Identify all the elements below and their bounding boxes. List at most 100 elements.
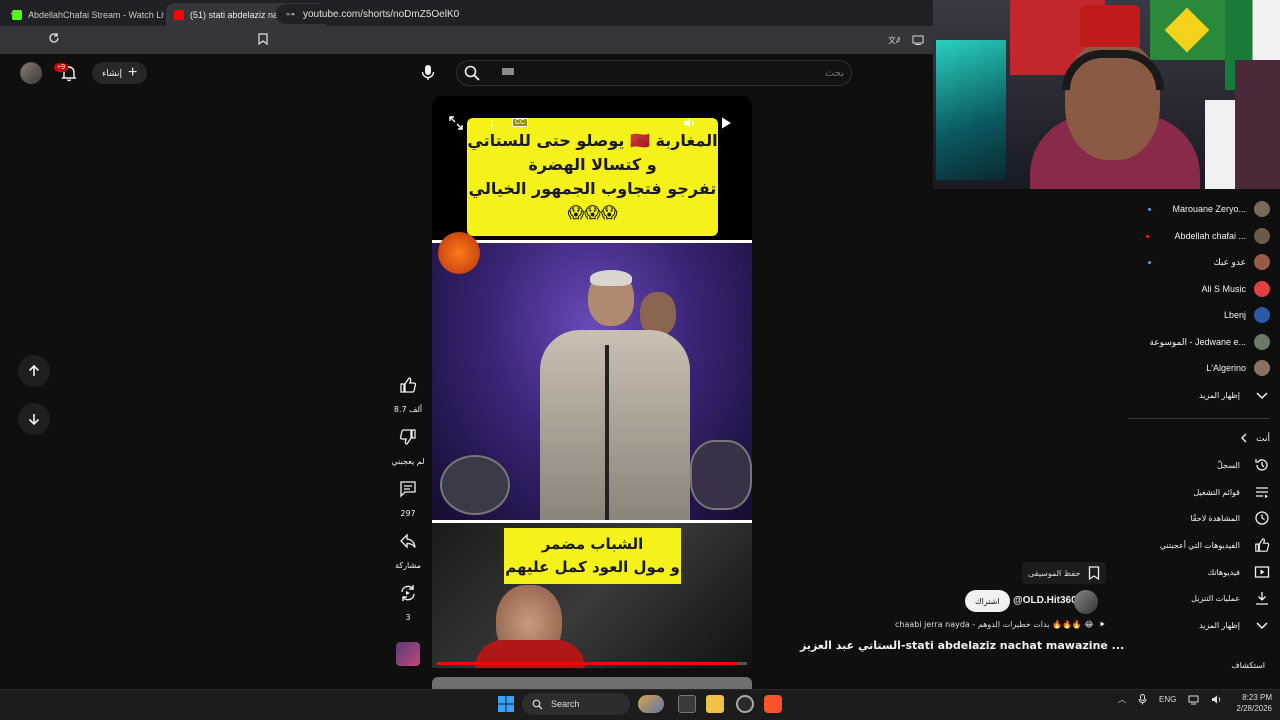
caption-line: و مول العود كمل عليهم bbox=[505, 558, 680, 576]
volume-icon[interactable] bbox=[682, 116, 696, 130]
subscription-avatar bbox=[1254, 228, 1270, 244]
create-button[interactable]: إنشاء + bbox=[92, 62, 148, 84]
subscription-item[interactable]: الموسوعة - Jedwane e... bbox=[1126, 332, 1270, 352]
dislike-label: لم يعجبني bbox=[391, 457, 425, 466]
like-count: 8.7 ألف bbox=[393, 405, 423, 414]
sidebar-item-label: عمليات التنزيل bbox=[1191, 593, 1240, 603]
sidebar-item-label: قوائم التشغيل bbox=[1193, 487, 1241, 497]
play-icon[interactable] bbox=[719, 116, 733, 130]
subscription-name: عدو عبك bbox=[1213, 256, 1246, 267]
expand-icon[interactable] bbox=[449, 116, 463, 130]
task-view-icon[interactable] bbox=[678, 695, 696, 713]
explore-section-header: استكشاف bbox=[1231, 661, 1265, 670]
frame-divider bbox=[432, 240, 752, 243]
caption-line: 😱😱😱 bbox=[567, 203, 618, 222]
sidebar-item-your-videos[interactable]: فيديوهاتك bbox=[1126, 562, 1270, 582]
subscription-name: L'Algerino bbox=[1206, 363, 1246, 373]
subscription-name: الموسوعة - Jedwane e... bbox=[1149, 336, 1246, 347]
share-icon bbox=[400, 533, 416, 549]
sidebar-item-downloads[interactable]: عمليات التنزيل bbox=[1126, 588, 1270, 608]
like-button[interactable] bbox=[396, 373, 420, 397]
translate-icon[interactable]: 文A bbox=[888, 34, 900, 46]
url-field[interactable]: ⊶ youtube.com/shorts/noDmZ5OelK0 bbox=[276, 4, 896, 24]
widgets-icon[interactable] bbox=[638, 695, 664, 713]
playlist-icon bbox=[1256, 487, 1268, 499]
subscription-name: Abdellah chafai ... bbox=[1174, 231, 1246, 241]
account-avatar[interactable] bbox=[20, 62, 42, 84]
forward-icon[interactable]: › bbox=[30, 6, 34, 20]
brave-browser-icon[interactable] bbox=[764, 695, 782, 713]
sidebar-item-playlists[interactable]: قوائم التشغيل bbox=[1126, 482, 1270, 502]
subscribe-button[interactable]: اشتراك bbox=[965, 590, 1010, 612]
music-track-text: chaabi jerra nayda - بدات خطيرات الدوهم … bbox=[895, 619, 1094, 629]
taskbar-clock[interactable]: 8:23 PM 2/28/2026 bbox=[1222, 692, 1272, 714]
taskbar-search[interactable]: Search bbox=[522, 693, 630, 715]
show-more-subscriptions[interactable]: إظهار المزيد bbox=[1126, 385, 1270, 405]
bookmark-icon bbox=[1089, 566, 1100, 580]
video-progress-bar[interactable] bbox=[437, 662, 747, 665]
comments-button[interactable] bbox=[396, 477, 420, 501]
sidebar-item-label: المشاهدة لاحقًا bbox=[1190, 513, 1240, 523]
you-section-header[interactable]: أنت bbox=[1126, 428, 1270, 448]
voice-search-mic-icon[interactable] bbox=[418, 62, 438, 82]
next-short-preview[interactable] bbox=[432, 677, 752, 689]
subscription-item[interactable]: Ali S Music bbox=[1126, 279, 1270, 299]
caption-line: الشباب مضمر bbox=[541, 535, 644, 553]
channel-handle[interactable]: @OLD.Hit360 bbox=[1013, 595, 1077, 606]
subscription-item[interactable]: Lbenj bbox=[1126, 305, 1270, 325]
previous-short-button[interactable] bbox=[18, 355, 50, 387]
subscription-item[interactable]: L'Algerino bbox=[1126, 358, 1270, 378]
site-info-icon[interactable]: ⊶ bbox=[286, 9, 295, 20]
show-more-you-items[interactable]: إظهار المزيد bbox=[1126, 615, 1270, 635]
back-icon[interactable]: ‹ bbox=[10, 6, 14, 20]
show-more-label: إظهار المزيد bbox=[1199, 390, 1240, 400]
sidebar-item-liked-videos[interactable]: الفيديوهات التي أعجبتني bbox=[1126, 535, 1270, 555]
download-icon bbox=[1256, 592, 1268, 605]
network-icon[interactable] bbox=[1188, 694, 1199, 705]
play-icon bbox=[1100, 621, 1105, 627]
sidebar-item-watch-later[interactable]: المشاهدة لاحقًا bbox=[1126, 508, 1270, 528]
channel-avatar[interactable] bbox=[1074, 590, 1098, 614]
search-icon[interactable] bbox=[463, 64, 481, 82]
input-language[interactable]: ENG bbox=[1159, 695, 1176, 704]
microphone-tray-icon[interactable] bbox=[1138, 694, 1147, 705]
top-caption-box: المغاربة 🇲🇦 يوصلو حتى للستاتي و كتسالا ا… bbox=[467, 118, 718, 236]
bookmark-icon[interactable] bbox=[258, 33, 268, 45]
drum-kit-image bbox=[690, 440, 752, 510]
cast-icon[interactable] bbox=[912, 34, 924, 46]
captions-button[interactable]: CC bbox=[512, 118, 529, 127]
music-track-link[interactable]: chaabi jerra nayda - بدات خطيرات الدوهم … bbox=[895, 619, 1105, 629]
subscription-avatar bbox=[1254, 254, 1270, 270]
next-short-button[interactable] bbox=[18, 403, 50, 435]
keyboard-cursor-indicator bbox=[502, 68, 514, 75]
clock-date: 2/28/2026 bbox=[1236, 704, 1272, 713]
chevron-up-icon[interactable]: ︿ bbox=[1118, 694, 1126, 705]
sound-source-thumbnail[interactable] bbox=[396, 642, 420, 666]
obs-studio-icon[interactable] bbox=[736, 695, 754, 713]
browser-tab-kick[interactable]: AbdellahChafai Stream - Watch Live o bbox=[4, 3, 164, 26]
subscription-avatar bbox=[1254, 201, 1270, 217]
plus-icon: + bbox=[128, 64, 138, 81]
reload-icon[interactable] bbox=[48, 32, 60, 44]
remix-button[interactable] bbox=[396, 581, 420, 605]
subscription-avatar bbox=[1254, 334, 1270, 350]
file-explorer-icon[interactable] bbox=[706, 695, 724, 713]
comment-count: 297 bbox=[400, 509, 416, 518]
video-icon bbox=[1254, 566, 1270, 578]
save-music-button[interactable]: حفظ الموسيقى bbox=[1022, 562, 1107, 584]
more-options-icon[interactable]: ⋮ bbox=[486, 118, 498, 132]
drum-kit-image bbox=[440, 455, 510, 515]
live-indicator bbox=[1148, 261, 1151, 264]
share-button[interactable] bbox=[396, 529, 420, 553]
notification-count-badge: +9 bbox=[54, 63, 68, 72]
search-icon bbox=[532, 699, 543, 709]
dislike-button[interactable] bbox=[396, 425, 420, 449]
search-input[interactable] bbox=[500, 64, 844, 82]
fez-hat-image bbox=[1080, 5, 1140, 47]
singer-hair bbox=[590, 270, 632, 286]
sidebar-item-history[interactable]: السجلّ bbox=[1126, 455, 1270, 475]
windows-start-icon[interactable] bbox=[498, 696, 514, 712]
video-title[interactable]: الستاتي عبد العزيز-stati abdelaziz nacha… bbox=[800, 639, 1124, 652]
volume-icon[interactable] bbox=[1211, 694, 1222, 705]
remix-count: 3 bbox=[405, 613, 411, 622]
